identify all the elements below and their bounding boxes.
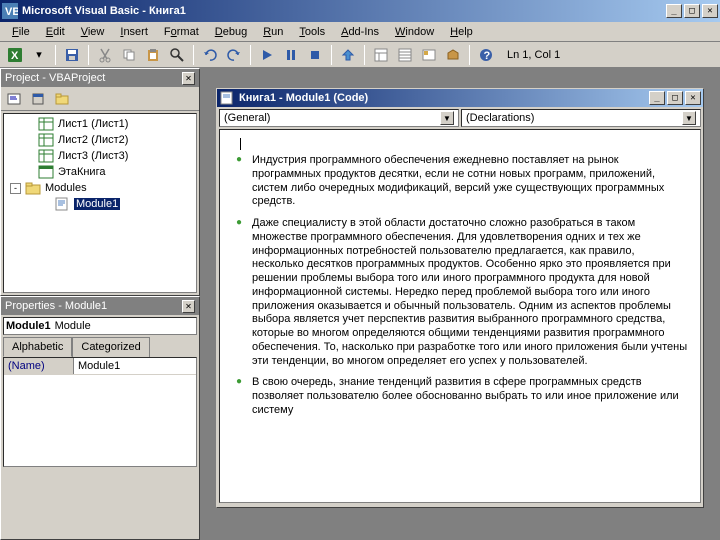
tree-node-workbook[interactable]: ЭтаКнига — [6, 164, 194, 180]
menu-edit[interactable]: Edit — [38, 24, 73, 40]
chevron-down-icon: ▼ — [440, 111, 454, 125]
svg-text:VB: VB — [5, 6, 18, 18]
code-window-icon — [219, 90, 235, 106]
help-button[interactable]: ? — [475, 44, 497, 66]
undo-button[interactable] — [199, 44, 221, 66]
code-close-button[interactable]: ✕ — [685, 91, 701, 105]
menu-help[interactable]: Help — [442, 24, 481, 40]
tree-node-sheet2[interactable]: Лист2 (Лист2) — [6, 132, 194, 148]
find-button[interactable] — [166, 44, 188, 66]
menu-addins[interactable]: Add-Ins — [333, 24, 387, 40]
bullet-item: Индустрия программного обеспечения ежедн… — [232, 154, 688, 209]
close-button[interactable]: ✕ — [702, 4, 718, 18]
properties-pane-close[interactable]: ✕ — [182, 300, 195, 313]
tab-categorized[interactable]: Categorized — [72, 337, 149, 357]
project-explorer-button[interactable] — [370, 44, 392, 66]
main-toolbar: X ▾ ? Ln 1, Col 1 — [0, 42, 720, 68]
reset-button[interactable] — [304, 44, 326, 66]
properties-grid[interactable]: (Name) Module1 — [3, 357, 197, 467]
cursor-position: Ln 1, Col 1 — [507, 49, 560, 61]
text-cursor — [240, 138, 688, 150]
view-object-button[interactable] — [27, 88, 49, 110]
bullet-item: Даже специалисту в этой области достаточ… — [232, 217, 688, 368]
app-title: Microsoft Visual Basic - Книга1 — [22, 5, 666, 17]
tree-node-sheet1[interactable]: Лист1 (Лист1) — [6, 116, 194, 132]
menu-tools[interactable]: Tools — [291, 24, 333, 40]
menubar: File Edit View Insert Format Debug Run T… — [0, 22, 720, 42]
properties-object-selector[interactable]: Module1 Module — [3, 317, 197, 335]
project-pane-title: Project - VBAProject — [5, 72, 105, 84]
menu-view[interactable]: View — [73, 24, 113, 40]
redo-button[interactable] — [223, 44, 245, 66]
excel-icon[interactable]: X — [4, 44, 26, 66]
run-button[interactable] — [256, 44, 278, 66]
break-button[interactable] — [280, 44, 302, 66]
code-maximize-button[interactable]: □ — [667, 91, 683, 105]
copy-button[interactable] — [118, 44, 140, 66]
tree-node-sheet3[interactable]: Лист3 (Лист3) — [6, 148, 194, 164]
bullet-item: В свою очередь, знание тенденций развити… — [232, 376, 688, 417]
save-button[interactable] — [61, 44, 83, 66]
project-explorer-pane: Project - VBAProject ✕ Лист1 (Лист1) Лис… — [0, 68, 200, 296]
tab-alphabetic[interactable]: Alphabetic — [3, 337, 72, 357]
paste-button[interactable] — [142, 44, 164, 66]
menu-window[interactable]: Window — [387, 24, 442, 40]
property-row: (Name) Module1 — [4, 358, 196, 375]
menu-run[interactable]: Run — [255, 24, 291, 40]
menu-file[interactable]: File — [4, 24, 38, 40]
view-code-button[interactable] — [3, 88, 25, 110]
vb-icon: VB — [2, 3, 18, 19]
properties-pane-title: Properties - Module1 — [5, 300, 107, 312]
menu-debug[interactable]: Debug — [207, 24, 255, 40]
menu-insert[interactable]: Insert — [112, 24, 156, 40]
tree-node-module1[interactable]: Module1 — [6, 196, 194, 212]
svg-text:?: ? — [484, 50, 491, 62]
minimize-button[interactable]: _ — [666, 4, 682, 18]
procedure-combo[interactable]: (Declarations) ▼ — [461, 109, 701, 127]
toolbox-button[interactable] — [442, 44, 464, 66]
cut-button[interactable] — [94, 44, 116, 66]
object-browser-button[interactable] — [418, 44, 440, 66]
design-mode-button[interactable] — [337, 44, 359, 66]
toggle-folders-button[interactable] — [51, 88, 73, 110]
properties-button[interactable] — [394, 44, 416, 66]
insert-dropdown[interactable]: ▾ — [28, 44, 50, 66]
project-tree[interactable]: Лист1 (Лист1) Лист2 (Лист2) Лист3 (Лист3… — [3, 113, 197, 293]
properties-pane: Properties - Module1 ✕ Module1 Module Al… — [0, 296, 200, 540]
svg-text:X: X — [11, 50, 19, 62]
collapse-icon[interactable]: - — [10, 183, 21, 194]
code-editor[interactable]: Индустрия программного обеспечения ежедн… — [219, 129, 701, 503]
app-titlebar: VB Microsoft Visual Basic - Книга1 _ □ ✕ — [0, 0, 720, 22]
code-window-title: Книга1 - Module1 (Code) — [239, 92, 649, 104]
maximize-button[interactable]: □ — [684, 4, 700, 18]
tree-node-modules-folder[interactable]: -Modules — [6, 180, 194, 196]
project-pane-close[interactable]: ✕ — [182, 72, 195, 85]
chevron-down-icon: ▼ — [682, 111, 696, 125]
menu-format[interactable]: Format — [156, 24, 207, 40]
workspace: Project - VBAProject ✕ Лист1 (Лист1) Лис… — [0, 68, 720, 540]
code-window: Книга1 - Module1 (Code) _ □ ✕ (General) … — [216, 88, 704, 508]
mdi-area: Книга1 - Module1 (Code) _ □ ✕ (General) … — [200, 68, 720, 540]
code-minimize-button[interactable]: _ — [649, 91, 665, 105]
object-combo[interactable]: (General) ▼ — [219, 109, 459, 127]
